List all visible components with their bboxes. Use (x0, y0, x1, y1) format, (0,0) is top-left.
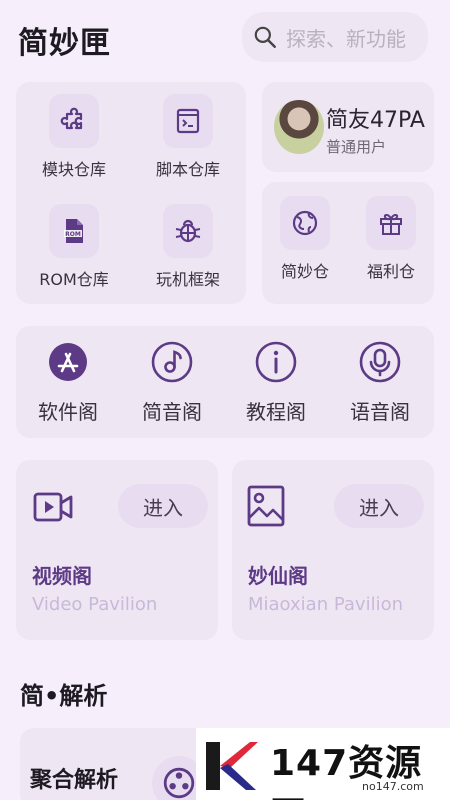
profile-name: 简友47PA (326, 108, 425, 133)
profile-role: 普通用户 (326, 138, 387, 156)
category-music[interactable]: 简音阁 (122, 340, 222, 425)
category-software[interactable]: 软件阁 (18, 340, 118, 425)
aggregate-parse-card[interactable]: 聚合解析 (20, 728, 220, 800)
repo-item-label: 玩机框架 (155, 270, 220, 289)
repo-item-script[interactable]: 脚本仓库 (133, 94, 243, 180)
puzzle-icon (49, 94, 99, 148)
avatar (274, 100, 324, 154)
feature-card-miaoxian[interactable]: 进入 妙仙阁 Miaoxian Pavilion (232, 460, 434, 640)
card-title: 聚合解析 (30, 768, 119, 793)
repo-item-label: 模块仓库 (41, 160, 106, 179)
category-label: 语音阁 (350, 400, 410, 424)
rom-file-icon: ROM (49, 204, 99, 258)
music-note-icon (151, 341, 193, 383)
microphone-icon (359, 341, 401, 383)
repo-item-rom[interactable]: ROM ROM仓库 (19, 204, 129, 290)
terminal-icon (163, 94, 213, 148)
feature-title: 视频阁 (32, 564, 92, 588)
repo-item-framework[interactable]: 玩机框架 (133, 204, 243, 290)
category-tutorial[interactable]: 教程阁 (226, 340, 326, 425)
bug-icon (163, 204, 213, 258)
svg-text:ROM: ROM (65, 231, 81, 238)
side-item-label: 福利仓 (366, 262, 415, 281)
category-label: 教程阁 (246, 400, 306, 424)
category-card: 软件阁 简音阁 教程阁 语音阁 (16, 326, 434, 438)
video-icon (33, 492, 73, 522)
image-icon (247, 485, 285, 527)
watermark: 147资源网 no147.com (196, 728, 450, 800)
category-label: 软件阁 (38, 400, 98, 424)
search-bar[interactable]: 探索、新功能 (242, 12, 428, 62)
info-icon (255, 341, 297, 383)
watermark-url: no147.com (362, 780, 424, 793)
app-logo: 简妙匣 (18, 26, 111, 61)
category-voice[interactable]: 语音阁 (330, 340, 430, 425)
side-card: 简妙仓 福利仓 (262, 182, 434, 304)
repo-item-label: ROM仓库 (39, 270, 109, 289)
gift-icon (366, 196, 416, 250)
search-icon (254, 26, 276, 48)
app-store-icon (49, 343, 87, 381)
feature-subtitle: Video Pavilion (32, 594, 158, 615)
watermark-logo-icon (206, 742, 258, 790)
side-item-welfare[interactable]: 福利仓 (336, 196, 446, 282)
globe-icon (280, 196, 330, 250)
repo-card: 模块仓库 脚本仓库 ROM ROM仓库 玩机框架 (16, 82, 246, 304)
search-placeholder: 探索、新功能 (286, 26, 406, 51)
profile-card[interactable]: 简友47PA 普通用户 (262, 82, 434, 172)
enter-button[interactable]: 进入 (118, 484, 208, 528)
category-label: 简音阁 (142, 400, 202, 424)
enter-button[interactable]: 进入 (334, 484, 424, 528)
repo-item-module[interactable]: 模块仓库 (19, 94, 129, 180)
section-title: 简•解析 (20, 682, 108, 710)
feature-subtitle: Miaoxian Pavilion (248, 594, 403, 615)
repo-item-label: 脚本仓库 (155, 160, 220, 179)
feature-card-video[interactable]: 进入 视频阁 Video Pavilion (16, 460, 218, 640)
feature-title: 妙仙阁 (248, 564, 308, 588)
